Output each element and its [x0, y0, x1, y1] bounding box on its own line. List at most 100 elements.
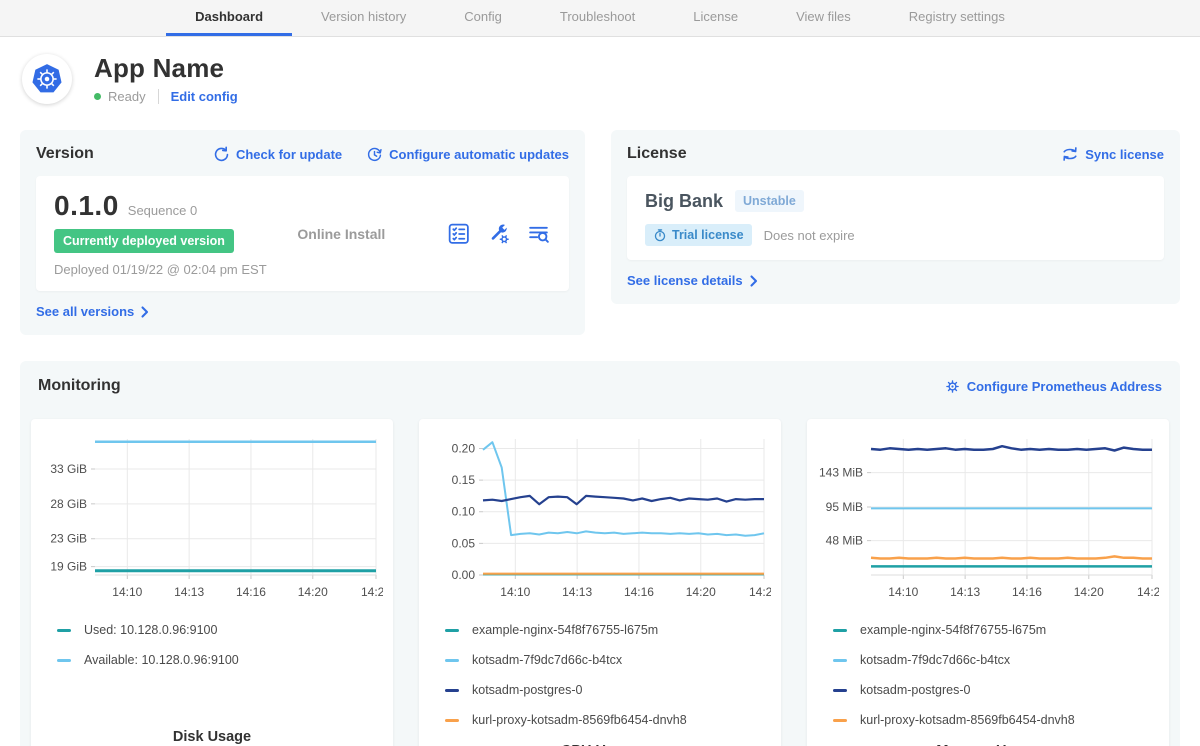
svg-text:14:20: 14:20: [686, 585, 716, 599]
install-type-label: Online Install: [297, 226, 385, 242]
cpu-usage-legend: example-nginx-54f8f76755-l675m kotsadm-7f…: [429, 607, 771, 727]
chart-plot-svg: 14:1014:1314:1614:2014:2348 MiB95 MiB143…: [817, 431, 1159, 603]
legend-color-dash: [57, 659, 71, 662]
top-nav: DashboardVersion historyConfigTroublesho…: [0, 0, 1200, 37]
edit-config-link[interactable]: Edit config: [171, 89, 238, 104]
legend-label: Available: 10.128.0.96:9100: [84, 653, 239, 667]
app-logo: [22, 54, 72, 104]
divider: [158, 89, 159, 104]
tab-troubleshoot[interactable]: Troubleshoot: [531, 0, 664, 36]
legend-item: example-nginx-54f8f76755-l675m: [833, 623, 1159, 637]
legend-label: example-nginx-54f8f76755-l675m: [472, 623, 658, 637]
preflight-checklist-icon[interactable]: [446, 221, 471, 246]
tab-registry-settings[interactable]: Registry settings: [880, 0, 1034, 36]
deploy-logs-search-icon[interactable]: [526, 221, 551, 246]
chart-title: CPU Usage: [429, 727, 771, 746]
svg-text:14:13: 14:13: [950, 585, 980, 599]
svg-text:95 MiB: 95 MiB: [826, 500, 863, 514]
svg-text:14:20: 14:20: [1074, 585, 1104, 599]
cards-row: Version Check for update: [0, 130, 1200, 335]
svg-text:14:13: 14:13: [174, 585, 204, 599]
legend-label: kurl-proxy-kotsadm-8569fb6454-dnvh8: [472, 713, 687, 727]
tab-view-files[interactable]: View files: [767, 0, 880, 36]
license-card: License Sync license Big Bank Unstable: [611, 130, 1180, 304]
tab-version-history[interactable]: Version history: [292, 0, 435, 36]
kubernetes-wheel-icon: [26, 58, 68, 100]
legend-color-dash: [445, 629, 459, 632]
chevron-right-icon: [141, 306, 149, 318]
legend-item: kotsadm-postgres-0: [445, 683, 771, 697]
config-wrench-gear-icon[interactable]: [486, 221, 511, 246]
svg-text:14:16: 14:16: [1012, 585, 1042, 599]
legend-label: Used: 10.128.0.96:9100: [84, 623, 217, 637]
monitoring-section: Monitoring Configure Prometheus Address …: [20, 361, 1180, 746]
legend-label: kotsadm-7f9dc7d66c-b4tcx: [472, 653, 622, 667]
deployed-badge: Currently deployed version: [54, 229, 234, 253]
sequence-label: Sequence 0: [128, 203, 197, 218]
disk-usage-chart-card: 14:1014:1314:1614:2014:2319 GiB23 GiB28 …: [31, 419, 393, 746]
configure-prometheus-label: Configure Prometheus Address: [967, 379, 1162, 394]
legend-item: kurl-proxy-kotsadm-8569fb6454-dnvh8: [833, 713, 1159, 727]
svg-text:0.20: 0.20: [452, 441, 476, 455]
page-title: App Name: [94, 53, 238, 83]
legend-label: kurl-proxy-kotsadm-8569fb6454-dnvh8: [860, 713, 1075, 727]
memory-usage-chart-card: 14:1014:1314:1614:2014:2348 MiB95 MiB143…: [807, 419, 1169, 746]
memory-usage-legend: example-nginx-54f8f76755-l675m kotsadm-7f…: [817, 607, 1159, 727]
svg-text:23 GiB: 23 GiB: [50, 532, 87, 546]
svg-text:143 MiB: 143 MiB: [819, 466, 863, 480]
stopwatch-icon: [653, 228, 667, 242]
chevron-right-icon: [750, 275, 758, 287]
svg-text:19 GiB: 19 GiB: [50, 560, 87, 574]
legend-label: kotsadm-postgres-0: [472, 683, 582, 697]
tab-license[interactable]: License: [664, 0, 767, 36]
configure-automatic-updates-label: Configure automatic updates: [389, 147, 569, 162]
see-license-details-link[interactable]: See license details: [627, 273, 758, 288]
legend-color-dash: [833, 629, 847, 632]
trial-license-label: Trial license: [672, 228, 744, 242]
license-card-title: License: [627, 145, 687, 163]
see-all-versions-label: See all versions: [36, 304, 134, 319]
version-number: 0.1.0: [54, 190, 119, 222]
chart-title: Disk Usage: [41, 713, 383, 745]
legend-item: kotsadm-postgres-0: [833, 683, 1159, 697]
legend-item: Available: 10.128.0.96:9100: [57, 653, 383, 667]
auto-update-clock-icon: [366, 146, 383, 163]
svg-text:0.05: 0.05: [452, 536, 476, 550]
svg-text:0.00: 0.00: [452, 568, 476, 582]
legend-item: Used: 10.128.0.96:9100: [57, 623, 383, 637]
svg-text:14:23: 14:23: [361, 585, 383, 599]
tab-config[interactable]: Config: [435, 0, 531, 36]
svg-text:0.10: 0.10: [452, 505, 476, 519]
sync-arrows-icon: [1061, 146, 1079, 162]
version-card: Version Check for update: [20, 130, 585, 335]
svg-text:14:16: 14:16: [236, 585, 266, 599]
legend-item: example-nginx-54f8f76755-l675m: [445, 623, 771, 637]
trial-license-badge: Trial license: [645, 224, 752, 246]
svg-text:14:10: 14:10: [888, 585, 918, 599]
chart-plot-svg: 14:1014:1314:1614:2014:2319 GiB23 GiB28 …: [41, 431, 383, 603]
disk-usage-plot: 14:1014:1314:1614:2014:2319 GiB23 GiB28 …: [41, 431, 383, 603]
legend-color-dash: [57, 629, 71, 632]
legend-label: kotsadm-7f9dc7d66c-b4tcx: [860, 653, 1010, 667]
sync-license-link[interactable]: Sync license: [1061, 146, 1164, 162]
nav-tabs: DashboardVersion historyConfigTroublesho…: [166, 0, 1034, 36]
sync-license-label: Sync license: [1085, 147, 1164, 162]
svg-text:14:20: 14:20: [298, 585, 328, 599]
legend-item: kotsadm-7f9dc7d66c-b4tcx: [833, 653, 1159, 667]
see-all-versions-link[interactable]: See all versions: [36, 304, 149, 319]
expiry-text: Does not expire: [764, 228, 855, 243]
legend-color-dash: [445, 689, 459, 692]
legend-label: kotsadm-postgres-0: [860, 683, 970, 697]
see-license-details-label: See license details: [627, 273, 743, 288]
check-for-update-label: Check for update: [236, 147, 342, 162]
legend-color-dash: [833, 689, 847, 692]
configure-prometheus-link[interactable]: Configure Prometheus Address: [944, 378, 1162, 395]
tab-dashboard[interactable]: Dashboard: [166, 0, 292, 36]
svg-text:14:10: 14:10: [500, 585, 530, 599]
gear-icon: [944, 378, 961, 395]
legend-color-dash: [445, 719, 459, 722]
configure-automatic-updates-link[interactable]: Configure automatic updates: [366, 146, 569, 163]
disk-usage-legend: Used: 10.128.0.96:9100 Available: 10.128.…: [41, 607, 383, 667]
check-for-update-link[interactable]: Check for update: [213, 146, 342, 163]
memory-usage-plot: 14:1014:1314:1614:2014:2348 MiB95 MiB143…: [817, 431, 1159, 603]
